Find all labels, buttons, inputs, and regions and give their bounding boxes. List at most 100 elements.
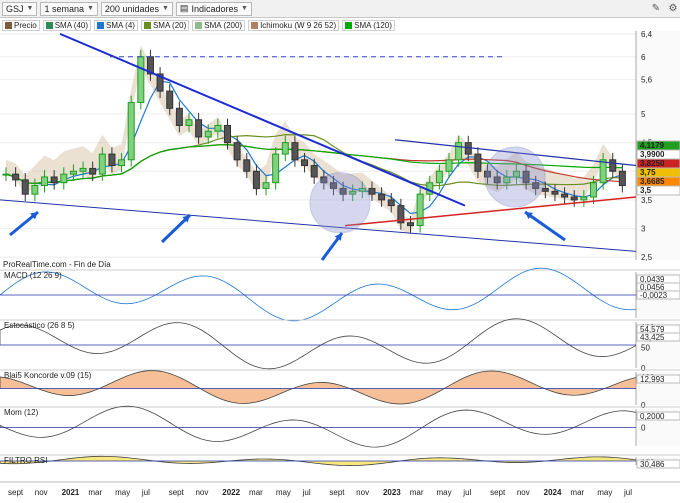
candle-body (378, 193, 386, 201)
panel-y-tick: 0 (641, 424, 646, 433)
arrow-icon (524, 210, 566, 242)
x-tick-label: jul (302, 488, 311, 497)
x-tick-label: may (437, 488, 452, 497)
candle-body (41, 176, 49, 187)
panel-y-tick: 50 (641, 344, 650, 353)
y-tick-label: 3,5 (641, 196, 653, 205)
x-tick-label: jul (141, 488, 150, 497)
panel-title: Blai5 Koncorde v.09 (15) (4, 371, 92, 380)
candle-body (406, 222, 414, 227)
candle-body (580, 196, 588, 201)
x-tick-label: sept (490, 488, 506, 497)
panel-title: Mom (12) (4, 408, 39, 417)
candle-body (214, 124, 222, 132)
candle-body (2, 173, 10, 176)
x-tick-label: may (115, 488, 130, 497)
candle-body (599, 159, 607, 184)
x-tick-label: sept (8, 488, 24, 497)
candle-body (570, 196, 578, 201)
price-tag-label: 4,1179 (640, 141, 665, 150)
candle-body (127, 102, 135, 161)
candle-body (618, 170, 626, 187)
candle-body (12, 173, 20, 181)
candle-body (435, 170, 443, 184)
candle-body (79, 167, 87, 172)
y-tick-label: 5,6 (641, 76, 653, 85)
candle-body (561, 193, 569, 198)
candle-body (108, 153, 116, 167)
candle-body (195, 119, 203, 138)
value-tag-label: 30,486 (640, 460, 665, 469)
candle-body (118, 159, 126, 167)
price-tag-label: 3,9900 (640, 150, 665, 159)
x-tick-label: 2024 (544, 488, 562, 497)
x-tick-label: sept (169, 488, 185, 497)
price-tag-label: 3,8250 (640, 159, 665, 168)
candle-body (137, 56, 145, 104)
candle-body (21, 179, 29, 195)
candle-body (31, 185, 39, 195)
candle-body (60, 173, 68, 184)
x-tick-label: may (597, 488, 612, 497)
source-label: ProRealTime.com - Fin de Día (3, 260, 111, 269)
candle-body (310, 165, 318, 178)
panel-y-tick: 0 (641, 401, 646, 410)
x-tick-label: 2021 (62, 488, 80, 497)
candle-body (243, 159, 251, 172)
panel-y-tick: 0 (641, 364, 646, 373)
value-tag-label: -0,0023 (640, 291, 668, 300)
indicator-line (0, 405, 637, 448)
candle-body (204, 130, 212, 138)
price-tag-label: 3,6685 (640, 177, 665, 186)
candle-body (609, 159, 617, 172)
y-tick-label: 2,5 (641, 253, 653, 262)
y-tick-label: 6 (641, 53, 646, 62)
candle-body (262, 182, 270, 189)
price-tag-label: 3,5 (640, 186, 652, 195)
value-tag-label: 12,993 (640, 375, 665, 384)
candle-body (455, 142, 463, 161)
x-tick-label: 2023 (383, 488, 401, 497)
x-tick-label: mar (570, 488, 584, 497)
x-tick-label: 2022 (222, 488, 240, 497)
candle-body (589, 182, 597, 198)
candle-body (281, 142, 289, 155)
panel-title: FILTRO RSI (4, 456, 47, 465)
candle-body (50, 176, 58, 184)
y-tick-label: 5 (641, 110, 646, 119)
x-tick-label: mar (249, 488, 263, 497)
candle-body (175, 107, 183, 126)
panel-title: Estocástico (26 8 5) (4, 321, 75, 330)
candle-body (551, 190, 559, 195)
x-tick-label: may (276, 488, 291, 497)
x-tick-label: jul (462, 488, 471, 497)
y-tick-label: 6,4 (641, 30, 653, 39)
candle-body (291, 142, 299, 161)
candle-body (89, 167, 97, 175)
indicator-line (0, 318, 637, 370)
highlight-circle (484, 146, 546, 208)
candle-body (387, 199, 395, 207)
candle-body (69, 170, 77, 175)
panel-title: MACD (12 26 9) (4, 271, 62, 280)
candle-body (233, 142, 241, 161)
highlight-circle (309, 172, 371, 234)
candle-body (166, 90, 174, 109)
x-tick-label: mar (410, 488, 424, 497)
candle-body (272, 153, 280, 184)
candle-body (98, 153, 106, 175)
x-tick-label: sept (329, 488, 345, 497)
candle-body (252, 170, 260, 189)
x-tick-label: nov (517, 488, 530, 497)
candle-body (445, 159, 453, 172)
candle-body (474, 153, 482, 172)
candle-body (224, 124, 232, 144)
candle-body (368, 187, 376, 195)
indicator-line (0, 267, 637, 322)
candle-body (185, 119, 193, 126)
x-tick-label: nov (195, 488, 208, 497)
chart-area[interactable]: 2,533,544,555,666,44,11793,99003,82503,7… (0, 0, 680, 503)
candle-body (416, 193, 424, 227)
x-tick-label: nov (35, 488, 48, 497)
x-tick-label: nov (356, 488, 369, 497)
